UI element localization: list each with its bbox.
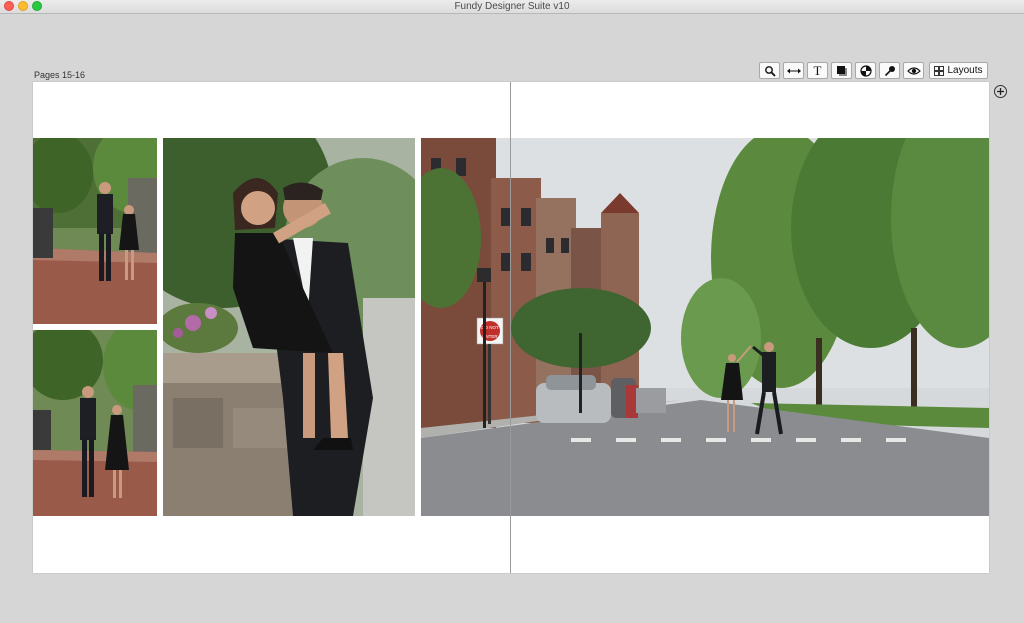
picker-tool-button[interactable] xyxy=(879,62,900,79)
color-wheel-icon xyxy=(859,64,872,77)
zoom-tool-button[interactable] xyxy=(759,62,780,79)
drop-shadow-icon xyxy=(836,65,847,76)
text-tool-button[interactable]: T xyxy=(807,62,828,79)
text-icon: T xyxy=(813,62,822,78)
title-bar: Fundy Designer Suite v10 xyxy=(0,0,1024,14)
window-title: Fundy Designer Suite v10 xyxy=(454,1,570,12)
shadow-tool-button[interactable] xyxy=(831,62,852,79)
eye-icon xyxy=(906,66,921,75)
street-dance-photo[interactable]: DO NOT ENTER xyxy=(421,138,989,516)
magnifier-icon xyxy=(764,65,776,77)
couple-walking-photo-bottom[interactable] xyxy=(33,330,157,516)
album-spread[interactable]: DO NOT ENTER xyxy=(33,82,989,573)
layouts-button[interactable]: Layouts xyxy=(929,62,988,79)
add-spread-button[interactable] xyxy=(994,85,1007,98)
couple-embrace-photo[interactable] xyxy=(163,138,415,516)
layouts-grid-icon xyxy=(934,65,945,76)
color-tool-button[interactable] xyxy=(855,62,876,79)
swap-tool-button[interactable] xyxy=(783,62,804,79)
eyedropper-icon xyxy=(884,65,895,76)
layouts-label: Layouts xyxy=(947,65,983,76)
page-label: Pages 15-16 xyxy=(34,70,86,80)
plus-icon xyxy=(997,88,1004,95)
preview-tool-button[interactable] xyxy=(903,62,924,79)
double-arrow-icon xyxy=(786,68,801,73)
couple-walking-photo-top[interactable] xyxy=(33,138,157,324)
spread-gutter-line xyxy=(510,82,511,573)
